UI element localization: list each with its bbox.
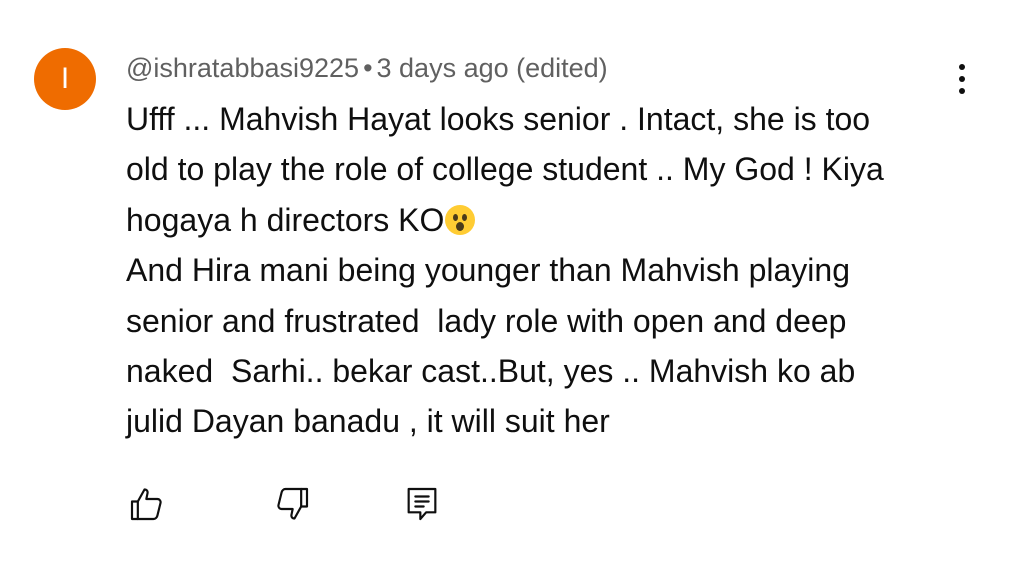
comment-line: naked Sarhi.. bekar cast..But, yes .. Ma… xyxy=(126,353,856,390)
thumbs-up-icon xyxy=(130,488,162,521)
reply-button[interactable] xyxy=(400,482,444,526)
like-button[interactable] xyxy=(125,482,169,526)
thumbs-down-icon xyxy=(277,487,309,520)
comment-header: @ishratabbasi9225 • 3 days ago (edited) xyxy=(126,52,608,84)
comment-line: Ufff ... Mahvish Hayat looks senior . In… xyxy=(126,101,871,137)
author-handle[interactable]: @ishratabbasi9225 xyxy=(126,53,359,83)
more-vertical-icon xyxy=(959,64,965,94)
comment-text: Ufff ... Mahvish Hayat looks senior . In… xyxy=(126,94,986,447)
dislike-button[interactable] xyxy=(270,482,314,526)
avatar[interactable]: I xyxy=(34,48,96,110)
comment-line: old to play the role of college student … xyxy=(126,151,884,188)
avatar-letter: I xyxy=(60,62,70,95)
meta-separator: • xyxy=(363,53,373,83)
comment-line-with-emoji: hogaya h directors KO xyxy=(126,195,986,245)
comment-line: senior and frustrated lady role with ope… xyxy=(126,302,847,339)
comment-timestamp[interactable]: 3 days ago (edited) xyxy=(377,53,608,83)
comment-line: hogaya h directors KO xyxy=(126,201,445,238)
comment-line: julid Dayan banadu , it will suit her xyxy=(126,403,610,440)
comment-line: And Hira mani being younger than Mahvish… xyxy=(126,252,850,289)
more-options-button[interactable] xyxy=(948,62,976,96)
reply-comment-icon xyxy=(407,487,437,521)
astonished-face-emoji xyxy=(445,204,476,235)
